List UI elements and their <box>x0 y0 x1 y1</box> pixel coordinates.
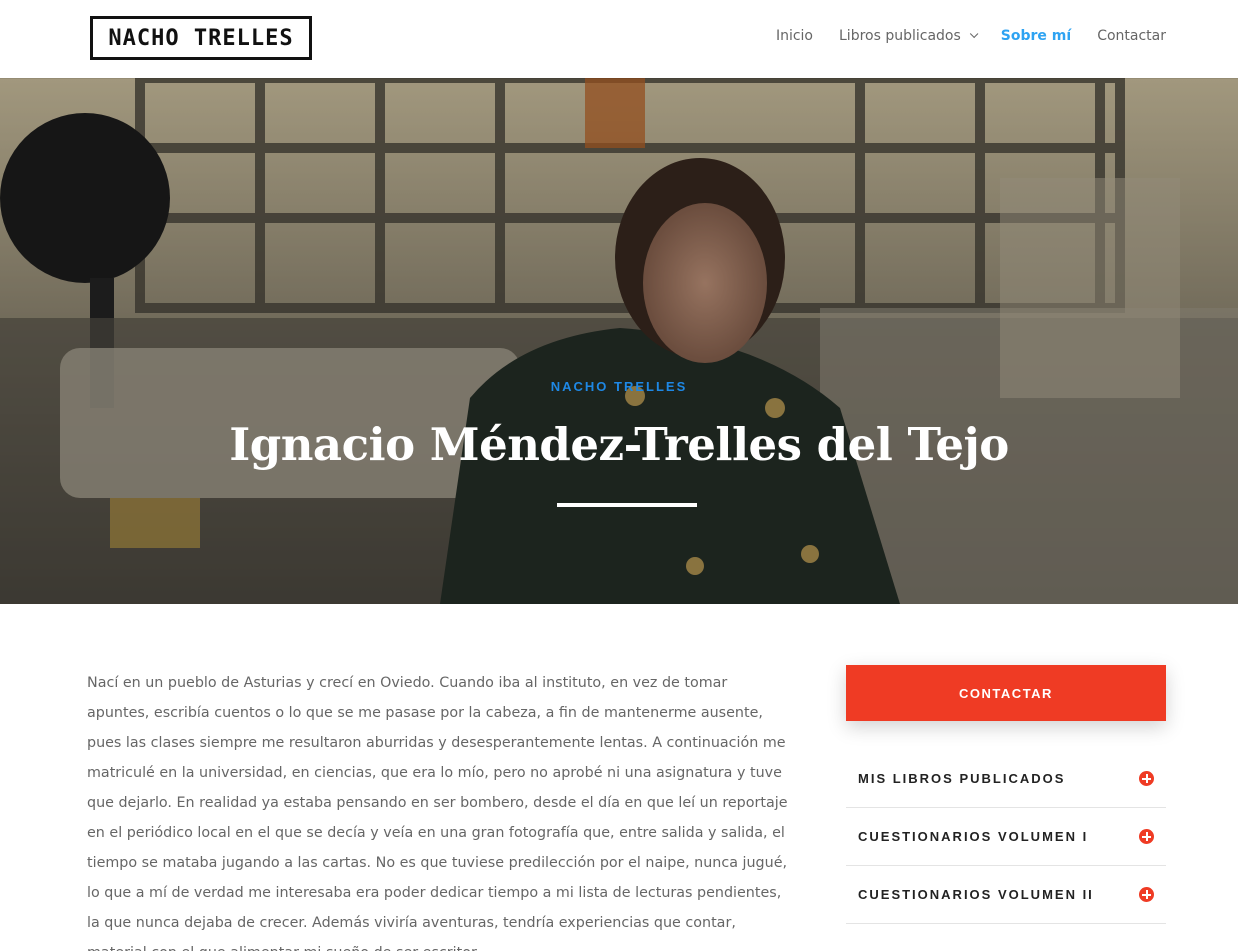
main-nav: Inicio Libros publicados Sobre mí Contac… <box>750 28 1166 44</box>
toggle-mis-libros[interactable]: MIS LIBROS PUBLICADOS <box>846 750 1166 808</box>
hero-kicker: NACHO TRELLES <box>550 379 688 394</box>
toggle-cuestionarios-2[interactable]: CUESTIONARIOS VOLUMEN II <box>846 866 1166 924</box>
nav-sobre-mi[interactable]: Sobre mí <box>1001 28 1071 44</box>
toggle-title: MIS LIBROS PUBLICADOS <box>858 771 1066 786</box>
bio-text: Nací en un pueblo de Asturias y crecí en… <box>87 675 788 951</box>
plus-circle-icon <box>1139 771 1154 786</box>
toggle-title: CUESTIONARIOS VOLUMEN I <box>858 829 1089 844</box>
nav-contactar[interactable]: Contactar <box>1097 28 1166 44</box>
nav-libros-publicados[interactable]: Libros publicados <box>839 28 979 44</box>
toggle-cuestionarios-1[interactable]: CUESTIONARIOS VOLUMEN I <box>846 808 1166 866</box>
plus-circle-icon <box>1139 887 1154 902</box>
hero-banner: NACHO TRELLES Ignacio Méndez-Trelles del… <box>0 78 1238 604</box>
nav-inicio[interactable]: Inicio <box>776 28 813 44</box>
title-divider <box>557 503 697 507</box>
nav-libros-label: Libros publicados <box>839 28 961 44</box>
contactar-button[interactable]: CONTACTAR <box>846 665 1166 721</box>
toggle-title: CUESTIONARIOS VOLUMEN II <box>858 887 1094 902</box>
plus-circle-icon <box>1139 829 1154 844</box>
hero-overlay <box>0 78 1238 604</box>
chevron-down-icon <box>969 29 979 39</box>
page-title: Ignacio Méndez-Trelles del Tejo <box>229 418 1009 471</box>
site-header: NACHO TRELLES Inicio Libros publicados S… <box>0 0 1238 78</box>
site-logo[interactable]: NACHO TRELLES <box>90 16 312 60</box>
